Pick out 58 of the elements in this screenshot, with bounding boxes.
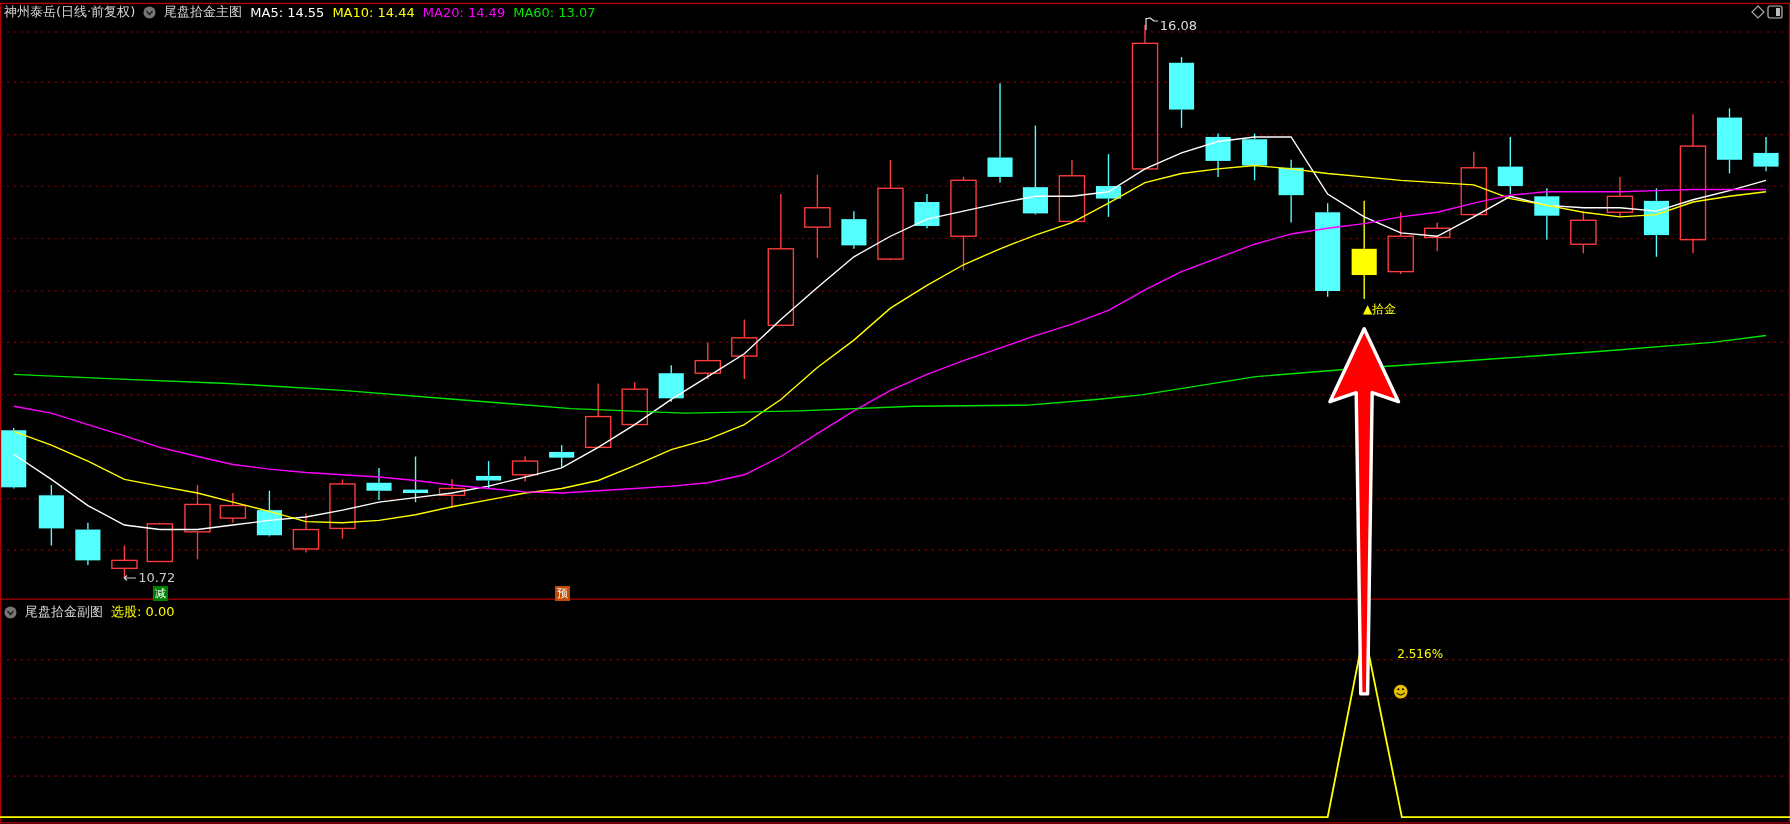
candlestick — [914, 193, 940, 229]
candlestick — [1058, 159, 1086, 224]
candlestick — [658, 364, 684, 403]
candlestick — [1716, 107, 1743, 175]
dropdown-icon[interactable] — [143, 5, 157, 19]
candlestick — [1424, 221, 1451, 252]
candlestick — [1460, 151, 1488, 218]
candlestick — [1606, 176, 1634, 218]
candlestick — [1534, 187, 1560, 241]
flag-icon — [1145, 15, 1159, 30]
indicator-name: 尾盘拾金主图 — [164, 3, 243, 21]
candlestick — [549, 444, 575, 469]
peak-value: 2.516% — [1397, 647, 1444, 662]
candlestick — [219, 492, 247, 524]
diamond-icon[interactable] — [1751, 4, 1766, 19]
signal-marker: 减 — [152, 585, 168, 601]
candlestick — [584, 382, 612, 449]
candlestick — [1753, 136, 1779, 172]
candlestick — [1205, 132, 1231, 178]
candlestick — [1570, 210, 1597, 255]
candlestick — [1643, 187, 1669, 258]
candlestick — [1, 427, 27, 490]
candlestick — [1242, 132, 1268, 181]
candlestick — [1497, 136, 1523, 195]
indicator-name: 尾盘拾金副图 — [25, 603, 103, 621]
pointer-icon — [123, 574, 138, 583]
indicator-readout: 选股: 0.00 — [111, 603, 175, 621]
candlestick — [694, 341, 722, 380]
candlestick — [438, 478, 466, 509]
moving-average-value: MA10: 14.44 — [332, 4, 415, 20]
price-label: 10.72 — [138, 569, 176, 585]
security-title: 神州泰岳(日线·前复权) — [4, 3, 136, 21]
moving-average-value: MA20: 14.49 — [422, 4, 506, 20]
candlestick — [841, 210, 867, 250]
candlestick — [329, 478, 356, 540]
candlestick — [38, 484, 64, 547]
signal-marker: 预 — [554, 585, 570, 601]
candlestick — [292, 512, 320, 554]
candlestick — [366, 467, 392, 501]
candlestick — [511, 455, 539, 483]
candlestick — [476, 460, 502, 490]
candlestick — [621, 381, 648, 426]
candlestick — [1387, 211, 1414, 275]
smiley-icon — [1393, 684, 1408, 699]
candlestick — [731, 318, 758, 380]
dropdown-icon[interactable] — [4, 605, 17, 619]
candlestick — [146, 522, 174, 563]
candlestick — [1095, 153, 1122, 218]
candlestick — [111, 544, 138, 579]
candlestick — [1278, 159, 1304, 224]
candlestick — [75, 522, 101, 566]
candlestick — [403, 455, 429, 503]
price-label: 16.08 — [1159, 18, 1198, 34]
panel-icon[interactable] — [1767, 4, 1784, 19]
moving-average-value: MA5: 14.55 — [250, 4, 325, 20]
moving-average-value: MA60: 13.07 — [513, 4, 596, 20]
candlestick — [256, 490, 282, 538]
signal-label: ▲拾金 — [1363, 301, 1397, 319]
